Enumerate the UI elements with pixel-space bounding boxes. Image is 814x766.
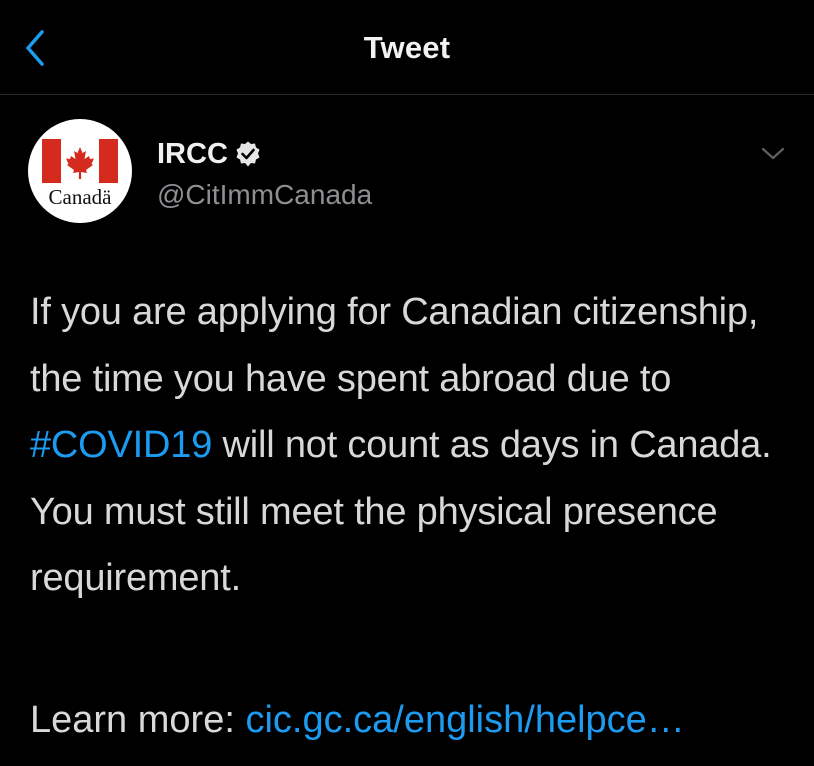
user-handle[interactable]: @CitImmCanada [157, 179, 372, 211]
verified-badge-icon [236, 141, 260, 167]
top-bar: Tweet [0, 0, 814, 95]
canada-wordmark: Canadä [48, 185, 112, 209]
tweet-text-before: If you are applying for Canadian citizen… [30, 291, 759, 400]
author-info: IRCC @CitImmCanada [157, 135, 372, 211]
name-row: IRCC [157, 135, 372, 173]
chevron-down-icon[interactable] [760, 145, 786, 163]
learn-more-label: Learn more: [30, 699, 246, 741]
learn-more-line: Learn more: cic.gc.ca/english/helpce… [30, 695, 800, 745]
tweet-text: If you are applying for Canadian citizen… [30, 279, 790, 612]
page-title: Tweet [363, 30, 451, 65]
canada-flag-icon [42, 139, 118, 183]
hashtag-link[interactable]: #COVID19 [30, 424, 212, 466]
external-link[interactable]: cic.gc.ca/english/helpce… [245, 699, 684, 741]
avatar[interactable]: Canadä [28, 119, 132, 223]
tweet[interactable]: Canadä IRCC @CitImmCanada If you are app… [0, 95, 814, 766]
display-name[interactable]: IRCC [157, 138, 228, 171]
